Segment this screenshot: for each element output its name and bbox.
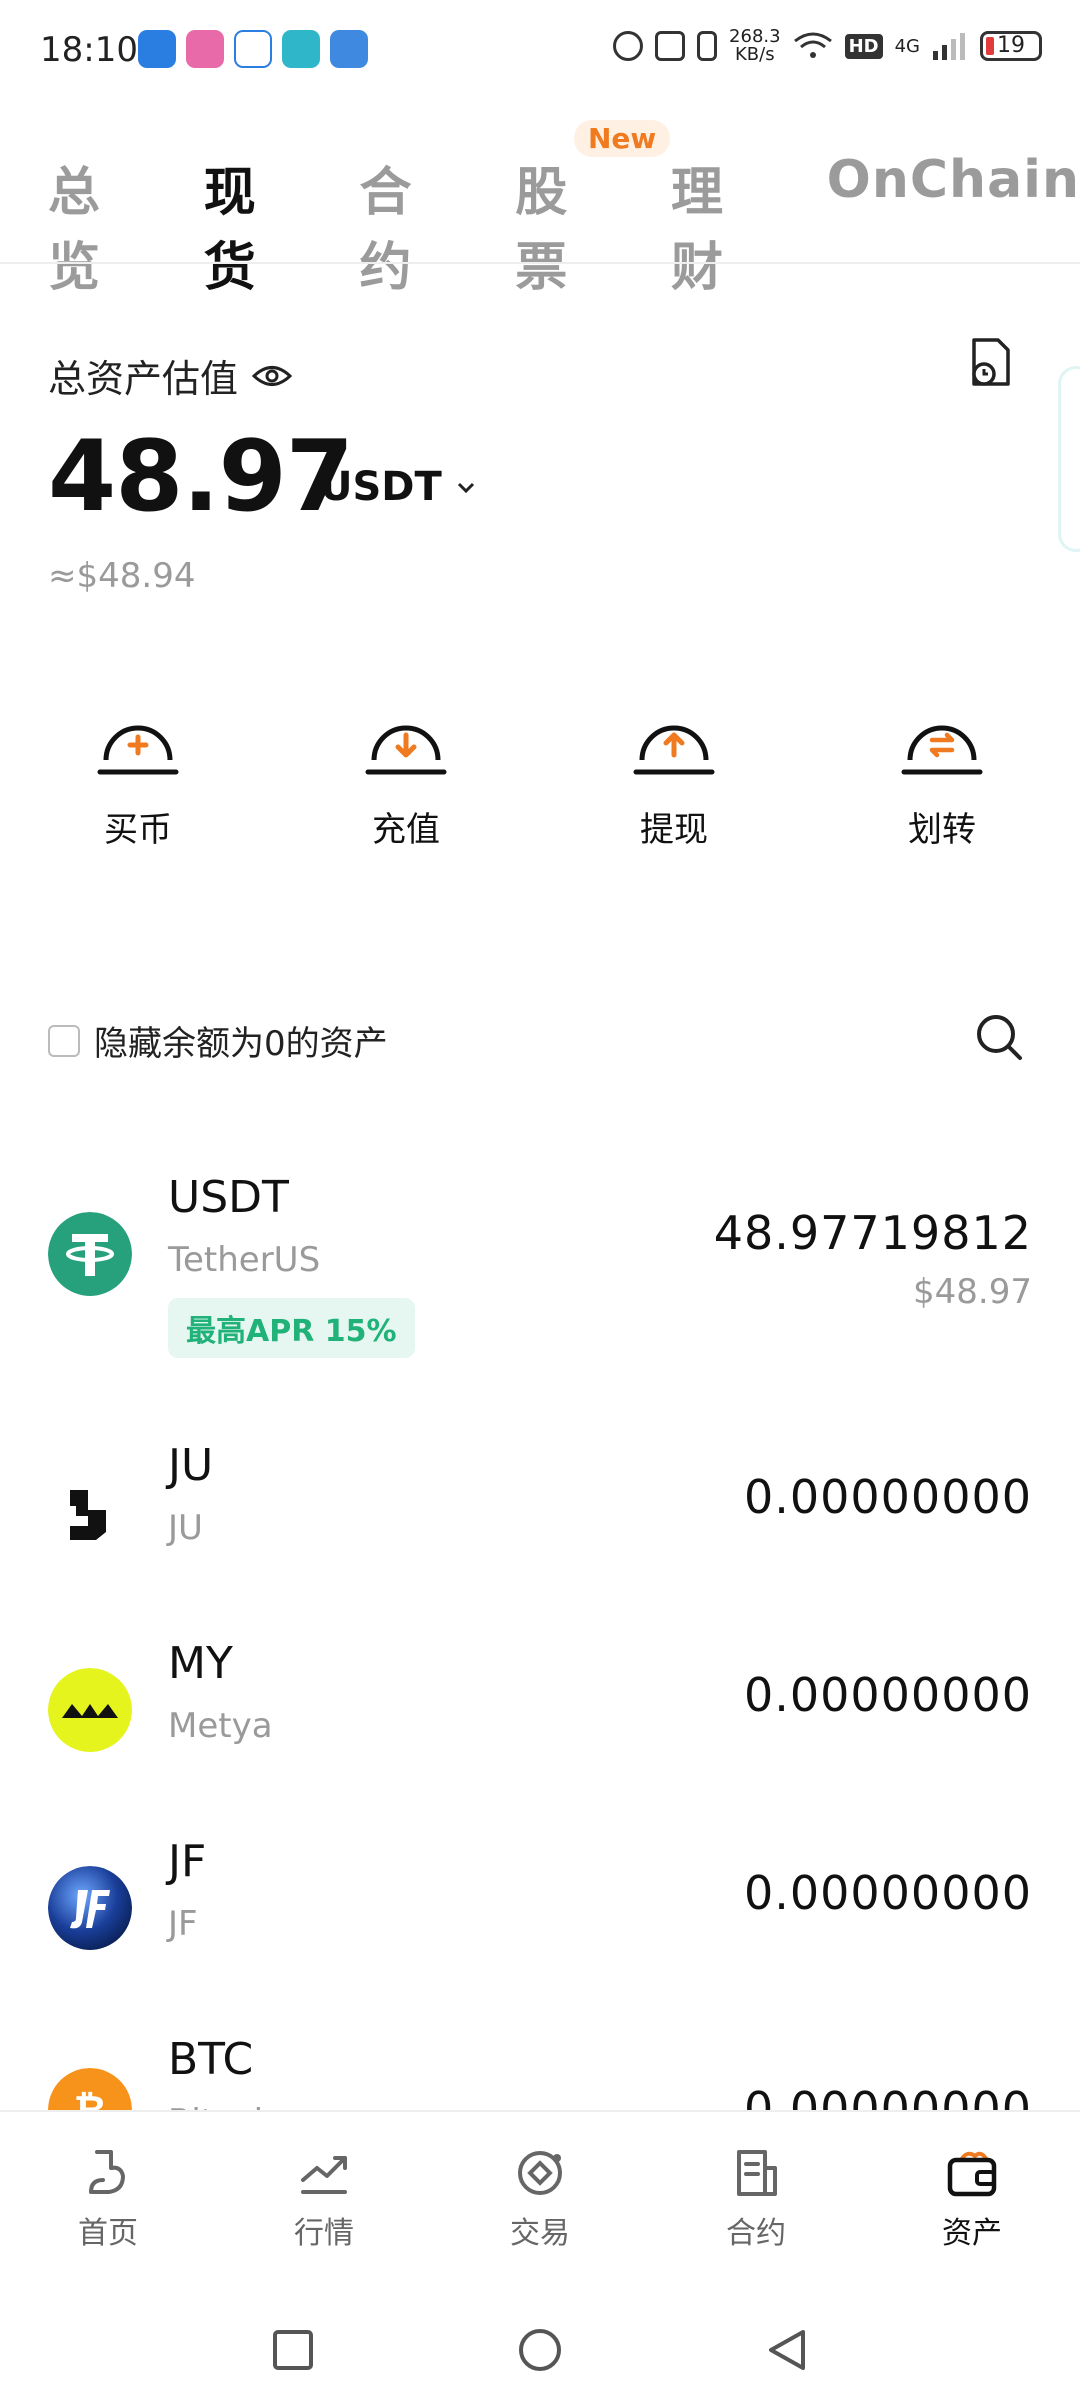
tab-overview[interactable]: 总览 <box>48 150 152 300</box>
wifi-icon <box>793 32 832 58</box>
app-notification-icon <box>186 30 224 68</box>
back-triangle-icon[interactable] <box>763 2326 811 2374</box>
asset-symbol: USDT <box>168 1172 289 1223</box>
nav-home-label: 首页 <box>78 2216 138 2251</box>
battery-icon: 19 <box>980 31 1042 61</box>
metya-logo-icon <box>48 1668 132 1752</box>
chevron-down-icon <box>457 482 474 494</box>
deposit-label: 充值 <box>372 810 440 850</box>
tab-earn[interactable]: 理财 <box>671 150 775 300</box>
asset-name: JF <box>168 1904 198 1944</box>
system-nav-bar <box>0 2300 1080 2400</box>
nav-assets[interactable]: 资产 <box>892 2146 1052 2252</box>
history-report-icon[interactable] <box>964 336 1014 390</box>
nav-assets-label: 资产 <box>942 2216 1002 2251</box>
top-tabs: 总览 现货 合约 股票 理财 OnChain <box>48 150 1080 300</box>
nav-markets-label: 行情 <box>294 2216 354 2251</box>
transfer-button[interactable]: 划转 <box>852 704 1032 851</box>
nfc-icon <box>655 31 686 61</box>
total-asset-label-text: 总资产估值 <box>48 357 239 401</box>
currency-selector[interactable]: USDT <box>320 464 476 510</box>
asset-amount: 48.97719812 <box>713 1206 1032 1260</box>
buy-plus-icon <box>97 725 179 775</box>
nav-home[interactable]: 首页 <box>28 2146 188 2252</box>
asset-amount: 0.00000000 <box>743 1470 1032 1524</box>
tab-stocks[interactable]: 股票 <box>515 150 619 300</box>
network-speed-unit: KB/s <box>735 44 775 65</box>
recent-apps-icon[interactable] <box>269 2326 317 2374</box>
hide-zero-label: 隐藏余额为0的资产 <box>94 1024 388 1064</box>
total-asset-usd: ≈$48.94 <box>48 556 196 596</box>
hide-zero-checkbox[interactable] <box>48 1024 80 1057</box>
withdraw-label: 提现 <box>640 810 708 850</box>
battery-level: 19 <box>997 33 1025 58</box>
nav-markets[interactable]: 行情 <box>244 2146 404 2252</box>
asset-amount: 0.00000000 <box>743 1866 1032 1920</box>
tab-spot[interactable]: 现货 <box>204 150 308 300</box>
asset-symbol: JF <box>168 1836 207 1887</box>
nav-trade[interactable]: 交易 <box>460 2146 620 2252</box>
buy-crypto-label: 买币 <box>104 810 172 850</box>
status-right: 268.3 KB/s HD 4G 19 <box>613 28 1042 64</box>
tab-onchain[interactable]: OnChain <box>827 150 1080 300</box>
apr-badge[interactable]: 最高APR 15% <box>168 1298 415 1358</box>
asset-name: JU <box>168 1508 203 1548</box>
wallet-icon <box>947 2151 997 2197</box>
asset-symbol: MY <box>168 1638 233 1689</box>
network-speed: 268.3 KB/s <box>729 28 781 64</box>
hd-badge: HD <box>844 33 883 59</box>
trade-orbit-icon <box>518 2151 562 2195</box>
currency-label: USDT <box>320 464 442 510</box>
vibrate-icon <box>697 31 718 61</box>
deposit-arrow-down-icon <box>365 725 447 775</box>
asset-name: TetherUS <box>168 1240 321 1280</box>
nav-trade-label: 交易 <box>510 2216 570 2251</box>
buy-crypto-button[interactable]: 买币 <box>48 704 228 851</box>
app-notification-icon <box>282 30 320 68</box>
asset-row-my[interactable]: MY Metya 0.00000000 <box>0 1628 1080 1788</box>
tab-futures[interactable]: 合约 <box>359 150 463 300</box>
home-circle-icon[interactable] <box>516 2326 564 2374</box>
usdt-logo-icon <box>48 1212 132 1296</box>
ju-logo-icon <box>70 1490 106 1540</box>
app-notification-icon <box>234 30 272 68</box>
status-app-icons <box>138 30 368 68</box>
search-icon[interactable] <box>974 1012 1026 1064</box>
side-panel-edge[interactable] <box>1058 366 1080 552</box>
total-asset-label: 总资产估值 <box>48 348 293 403</box>
signal-icon <box>933 33 965 60</box>
transfer-label: 划转 <box>908 810 976 850</box>
trend-chart-icon <box>301 2156 347 2194</box>
home-icon <box>89 2150 125 2194</box>
asset-amount: 0.00000000 <box>743 1668 1032 1722</box>
status-time: 18:10 <box>40 30 138 70</box>
app-notification-icon <box>138 30 176 68</box>
nav-futures[interactable]: 合约 <box>676 2146 836 2252</box>
signal-type: 4G <box>894 35 920 57</box>
eye-icon[interactable] <box>252 361 293 391</box>
app-notification-icon <box>330 30 368 68</box>
nav-futures-label: 合约 <box>726 2216 786 2251</box>
asset-name: Metya <box>168 1706 273 1746</box>
asset-row-usdt[interactable]: USDT TetherUS 最高APR 15% 48.97719812 $48.… <box>0 1160 1080 1360</box>
asset-usd-value: $48.97 <box>913 1272 1032 1312</box>
jf-logo-icon <box>48 1866 132 1950</box>
asset-symbol: JU <box>168 1440 214 1491</box>
asset-row-ju[interactable]: JU JU 0.00000000 <box>0 1430 1080 1590</box>
quick-actions: 买币 充值 提现 划转 <box>48 704 1032 851</box>
hide-zero-toggle[interactable]: 隐藏余额为0的资产 <box>48 1016 388 1065</box>
transfer-swap-icon <box>901 725 983 775</box>
withdraw-button[interactable]: 提现 <box>584 704 764 851</box>
alarm-icon <box>613 31 644 61</box>
tabs-divider <box>0 262 1080 264</box>
bottom-nav: 首页 行情 交易 合约 资产 <box>0 2112 1080 2312</box>
deposit-button[interactable]: 充值 <box>316 704 496 851</box>
total-asset-amount: 48.97 <box>48 420 354 534</box>
asset-row-jf[interactable]: JF JF 0.00000000 <box>0 1826 1080 1986</box>
asset-symbol: BTC <box>168 2034 254 2085</box>
contract-doc-icon <box>737 2150 777 2196</box>
withdraw-arrow-up-icon <box>633 725 715 775</box>
